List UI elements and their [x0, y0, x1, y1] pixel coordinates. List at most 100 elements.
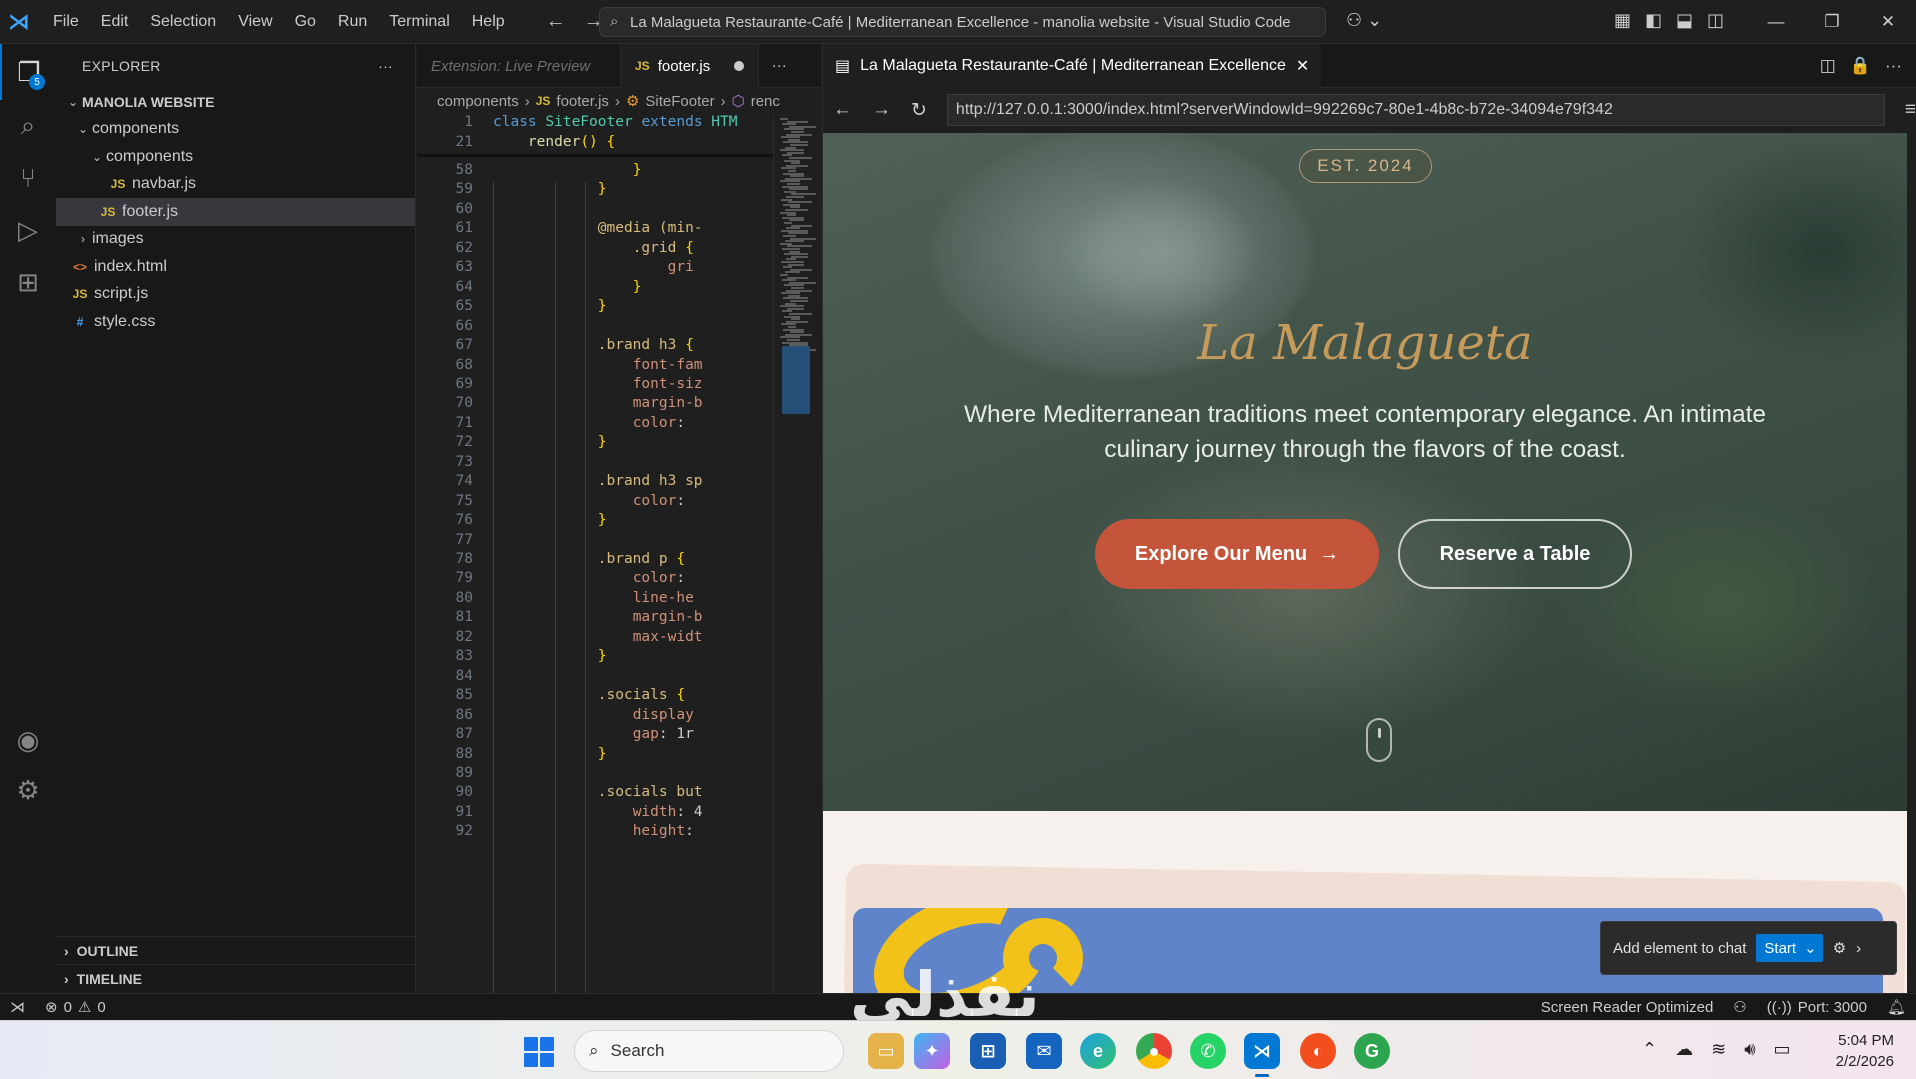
- minimize-icon[interactable]: —: [1748, 0, 1804, 44]
- tab-footer-js[interactable]: JS footer.js: [621, 44, 760, 88]
- tree-item-components[interactable]: ⌄ components: [56, 116, 415, 144]
- unsaved-dot-icon[interactable]: [734, 61, 745, 71]
- volume-icon[interactable]: 🔊︎: [1744, 1039, 1755, 1060]
- menu-icon[interactable]: ≡: [1905, 99, 1916, 121]
- toggle-secondary-sidebar-icon[interactable]: ◫: [1707, 10, 1724, 31]
- wifi-icon[interactable]: ≋: [1711, 1039, 1726, 1060]
- outlook-icon[interactable]: ✉: [1026, 1033, 1062, 1069]
- github-desktop-icon[interactable]: G: [1354, 1033, 1390, 1069]
- notifications-bell-icon[interactable]: 🔔︎: [1877, 998, 1916, 1016]
- reserve-table-button[interactable]: Reserve a Table: [1398, 519, 1632, 589]
- figma-icon[interactable]: ◐: [1300, 1033, 1336, 1069]
- onedrive-icon[interactable]: ☁: [1675, 1039, 1693, 1060]
- copilot-status-icon[interactable]: ⚇: [1723, 998, 1756, 1016]
- code-line: gri: [667, 259, 694, 276]
- close-icon[interactable]: ✕: [1296, 56, 1309, 76]
- code-line: }: [597, 512, 607, 529]
- tab-live-preview[interactable]: ▤ La Malagueta Restaurante-Café | Medite…: [823, 43, 1322, 88]
- tree-item-index-html[interactable]: <> index.html: [56, 253, 415, 281]
- restore-icon[interactable]: ❐: [1804, 0, 1860, 44]
- edge-icon[interactable]: e: [1080, 1033, 1116, 1069]
- breadcrumb-class[interactable]: SiteFooter: [645, 93, 714, 110]
- command-center[interactable]: ⌕ La Malagueta Restaurante-Café | Medite…: [599, 7, 1326, 37]
- run-debug-icon[interactable]: ▷: [0, 202, 56, 258]
- explore-menu-button[interactable]: Explore Our Menu →: [1095, 519, 1379, 589]
- toggle-panel-icon[interactable]: ⬓: [1676, 10, 1693, 31]
- project-root[interactable]: ⌄ MANOLIA WEBSITE: [56, 88, 415, 116]
- more-actions-icon[interactable]: ···: [378, 58, 393, 74]
- tree-item-script-js[interactable]: JS script.js: [56, 281, 415, 309]
- taskbar-search[interactable]: ⌕ Search: [574, 1030, 844, 1072]
- menu-go[interactable]: Go: [284, 0, 327, 44]
- line-number: 77: [455, 531, 473, 548]
- activity-bar: ❐ 5 ⌕ ⑂ ▷ ⊞ ◉ ⚙: [0, 44, 56, 1020]
- source-control-icon[interactable]: ⑂: [0, 150, 56, 206]
- outline-section[interactable]: › OUTLINE: [56, 936, 415, 964]
- menu-view[interactable]: View: [227, 0, 283, 44]
- problems-indicator[interactable]: ⊗ 0 ⚠ 0: [35, 998, 116, 1017]
- explorer-icon[interactable]: ❐ 5: [0, 44, 56, 100]
- menu-edit[interactable]: Edit: [90, 0, 140, 44]
- start-button[interactable]: Start ⌄: [1756, 934, 1823, 962]
- tree-item-footer-js[interactable]: JS footer.js: [56, 198, 415, 226]
- code-line: @media (min-: [597, 220, 703, 237]
- copilot-app-icon[interactable]: ✦: [914, 1033, 950, 1069]
- port-status[interactable]: ((·)) Port: 3000: [1757, 999, 1877, 1016]
- split-editor-icon[interactable]: ◫: [1820, 56, 1836, 76]
- file-explorer-icon[interactable]: ▭: [868, 1033, 904, 1069]
- screen-reader-status[interactable]: Screen Reader Optimized: [1531, 999, 1724, 1016]
- windows-start-icon[interactable]: [524, 1037, 554, 1067]
- search-icon[interactable]: ⌕: [0, 98, 56, 154]
- code-line: width: 4: [632, 803, 703, 820]
- battery-icon[interactable]: ▭: [1774, 1039, 1791, 1060]
- tree-item-style-css[interactable]: # style.css: [56, 308, 415, 336]
- lock-icon[interactable]: 🔒: [1850, 56, 1871, 76]
- chevron-up-icon[interactable]: ⌃: [1642, 1039, 1657, 1060]
- timeline-section[interactable]: › TIMELINE: [56, 964, 415, 992]
- breadcrumb-method[interactable]: renc: [751, 93, 780, 110]
- chevron-down-icon: ⌄: [77, 122, 89, 137]
- vscode-taskbar-icon[interactable]: ⋊: [1244, 1033, 1280, 1077]
- minimap[interactable]: [773, 114, 821, 1000]
- chevron-right-icon[interactable]: ›: [1856, 940, 1861, 957]
- taskbar-clock[interactable]: 5:04 PM 2/2/2026: [1830, 1030, 1894, 1072]
- reload-icon[interactable]: ↻: [911, 99, 927, 122]
- menu-terminal[interactable]: Terminal: [378, 0, 460, 44]
- url-input[interactable]: http://127.0.0.1:3000/index.html?serverW…: [946, 94, 1885, 126]
- tree-item-components-nested[interactable]: ⌄ components: [56, 143, 415, 171]
- more-actions-icon[interactable]: ···: [1885, 56, 1902, 76]
- back-arrow-icon[interactable]: ←: [833, 99, 852, 121]
- extensions-icon[interactable]: ⊞: [0, 254, 56, 310]
- chevron-down-icon[interactable]: ⌄: [1804, 939, 1817, 957]
- minimap-slider[interactable]: [782, 346, 810, 414]
- line-number: 85: [455, 687, 473, 704]
- code-area[interactable]: 1 class SiteFooter extends HTM 21 render…: [417, 114, 773, 1000]
- breadcrumb-file[interactable]: footer.js: [556, 93, 609, 110]
- chrome-icon[interactable]: ●: [1136, 1033, 1172, 1069]
- toggle-sidebar-icon[interactable]: ◧: [1645, 10, 1662, 31]
- menu-file[interactable]: File: [42, 0, 90, 44]
- customize-layout-icon[interactable]: ▦: [1614, 10, 1631, 31]
- breadcrumb-components[interactable]: components: [437, 93, 519, 110]
- tree-item-images[interactable]: › images: [56, 226, 415, 254]
- copilot-icon[interactable]: ⚇ ⌄: [1346, 10, 1382, 31]
- more-actions-icon[interactable]: ···: [759, 44, 799, 87]
- line-number: 66: [455, 317, 473, 334]
- arrow-right-icon: →: [1319, 542, 1340, 565]
- remote-icon[interactable]: ⋊: [0, 998, 35, 1016]
- close-icon[interactable]: ✕: [1860, 0, 1916, 44]
- tab-live-preview-extension[interactable]: Extension: Live Preview: [417, 44, 621, 88]
- menu-help[interactable]: Help: [461, 0, 516, 44]
- forward-arrow-icon[interactable]: →: [872, 99, 891, 121]
- tree-item-navbar-js[interactable]: JS navbar.js: [56, 171, 415, 199]
- menu-run[interactable]: Run: [327, 0, 378, 44]
- website-viewport: EST. 2024 La Malagueta Where Mediterrane…: [823, 133, 1907, 1000]
- whatsapp-icon[interactable]: ✆: [1190, 1033, 1226, 1069]
- warning-icon: ⚠: [77, 999, 92, 1016]
- settings-gear-icon[interactable]: ⚙: [0, 762, 56, 818]
- microsoft-store-icon[interactable]: ⊞: [970, 1033, 1006, 1069]
- account-icon[interactable]: ◉: [0, 712, 56, 768]
- back-arrow-icon[interactable]: ←: [546, 10, 566, 33]
- menu-selection[interactable]: Selection: [139, 0, 227, 44]
- gear-icon[interactable]: ⚙: [1833, 939, 1846, 957]
